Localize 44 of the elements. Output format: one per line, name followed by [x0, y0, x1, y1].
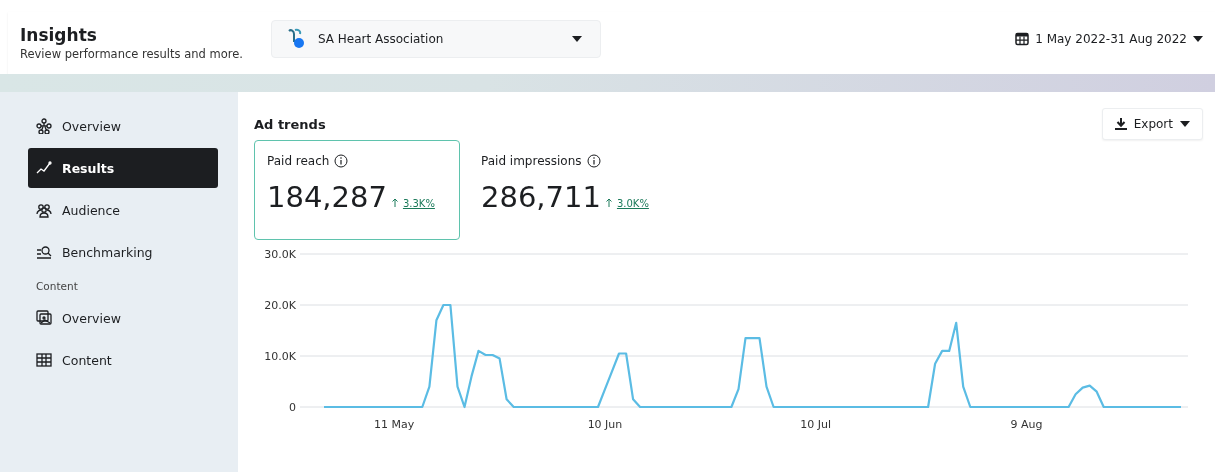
change-link[interactable]: 3.3K%	[402, 198, 435, 209]
date-range-dropdown[interactable]: 1 May 2022-31 Aug 2022	[1015, 32, 1203, 46]
sidebar-item[interactable]: Audience	[28, 190, 218, 230]
info-icon[interactable]	[586, 154, 601, 168]
up-arrow-icon	[391, 198, 398, 207]
sidebar-item[interactable]: Overview	[28, 106, 218, 146]
info-icon[interactable]	[334, 154, 349, 168]
section-label: Content	[35, 279, 79, 294]
caret-icon	[1193, 36, 1203, 42]
people-icon	[36, 202, 52, 218]
download-icon	[1114, 117, 1127, 131]
up-arrow-icon	[605, 198, 612, 207]
metric-card[interactable]: Paid reach 184,287 3.3K%	[254, 140, 460, 240]
sidebar-item[interactable]: Results	[28, 148, 218, 188]
axis-label: 10 Jul	[800, 418, 832, 431]
axis-label: 11 May	[374, 418, 415, 431]
table-icon	[36, 352, 52, 368]
axis-label: 9 Aug	[1010, 418, 1043, 431]
account-dropdown[interactable]: SA Heart Association	[270, 20, 601, 58]
metric-label: Paid impressions	[481, 154, 582, 168]
calendar-icon	[1015, 32, 1030, 46]
axis-label: 0	[289, 401, 296, 414]
caret-icon	[571, 36, 582, 42]
metric-card[interactable]: Paid impressions 286,711 3.0K%	[468, 140, 674, 240]
axis-label: 30.0K	[264, 248, 296, 261]
sidebar-item[interactable]: Content	[28, 340, 218, 380]
axis-label: 10 Jun	[587, 418, 623, 431]
page-subtitle: Review performance results and more.	[20, 47, 243, 61]
metric-value: 286,711	[481, 180, 601, 214]
sidebar-item[interactable]: Benchmarking	[28, 232, 218, 272]
caret-icon	[1180, 121, 1190, 127]
trend-line-icon	[36, 160, 52, 176]
search-list-icon	[36, 244, 52, 260]
image-stack-icon	[36, 310, 52, 326]
axis-label: 20.0K	[264, 299, 296, 312]
export-button[interactable]: Export	[1101, 108, 1203, 140]
change-link[interactable]: 3.0K%	[616, 198, 649, 209]
axis-label: 10.0K	[264, 350, 296, 363]
metric-value: 184,287	[267, 180, 387, 214]
sidebar-item[interactable]: Overview	[28, 298, 218, 338]
metric-label: Paid reach	[267, 154, 330, 168]
page-title: Insights	[20, 25, 98, 45]
network-icon	[36, 118, 52, 134]
card-title: Ad trends	[254, 116, 326, 132]
